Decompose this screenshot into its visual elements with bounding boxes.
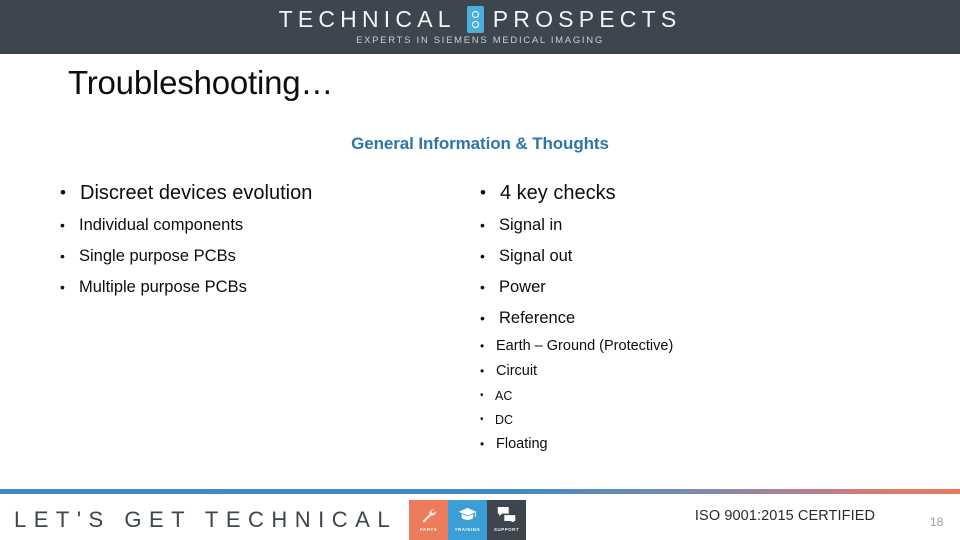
bullet-icon: •	[60, 217, 65, 233]
logo-word-right: PROSPECTS	[492, 6, 682, 32]
logo-circle-bottom	[471, 20, 479, 28]
list-item: • Signal out	[480, 241, 910, 272]
bullet-icon: •	[480, 437, 485, 451]
circuit-detail-list: • AC • DC	[480, 384, 910, 432]
list-item: • Single purpose PCBs	[60, 241, 460, 272]
bullet-icon: •	[480, 414, 484, 425]
bullet-icon: •	[60, 279, 65, 295]
graduation-cap-icon	[458, 504, 477, 524]
tile-training[interactable]: TRAINING	[448, 500, 488, 540]
list-item: • DC	[480, 408, 910, 432]
list-item-label: Signal out	[499, 247, 573, 265]
list-item: • Individual components	[60, 210, 460, 241]
list-item: • Discreet devices evolution	[60, 178, 460, 208]
list-item-label: Discreet devices evolution	[80, 182, 313, 204]
list-item-label: 4 key checks	[500, 182, 616, 204]
list-item: • AC	[480, 384, 910, 408]
tile-label-training: TRAINING	[454, 527, 481, 532]
list-item: • Reference	[480, 303, 910, 334]
company-logo: TECHNICAL PROSPECTS EXPERTS IN SIEMENS M…	[0, 0, 960, 46]
bullet-icon: •	[60, 248, 65, 264]
left-bullet-list-level2: • Individual components • Single purpose…	[60, 210, 460, 303]
list-item: • Power	[480, 272, 910, 303]
logo-tagline: EXPERTS IN SIEMENS MEDICAL IMAGING	[356, 35, 604, 46]
speech-bubbles-icon	[497, 504, 516, 524]
list-item: • Floating	[480, 432, 910, 457]
page-subtitle: General Information & Thoughts	[351, 134, 609, 153]
right-bullet-list-level1: • 4 key checks	[480, 178, 910, 208]
list-item-label: DC	[495, 413, 514, 427]
bullet-icon: •	[480, 279, 485, 295]
left-content-column: • Discreet devices evolution • Individua…	[60, 178, 460, 303]
tile-parts[interactable]: PARTS	[409, 500, 449, 540]
reference-tail-list: • Floating	[480, 432, 910, 457]
list-item: • Earth – Ground (Protective)	[480, 334, 910, 359]
bullet-icon: •	[480, 339, 485, 353]
tile-support[interactable]: SUPPORT	[487, 500, 527, 540]
right-content-column: • 4 key checks • Signal in • Signal out …	[480, 178, 910, 457]
list-item-label: Reference	[499, 309, 576, 327]
page-number: 18	[930, 515, 944, 529]
reference-detail-list: • Earth – Ground (Protective) • Circuit	[480, 334, 910, 384]
list-item-label: Signal in	[499, 216, 563, 234]
wrench-icon	[420, 504, 437, 524]
bullet-icon: •	[480, 217, 485, 233]
list-item: • 4 key checks	[480, 178, 910, 208]
logo-wordmark: TECHNICAL PROSPECTS	[0, 5, 960, 33]
bullet-icon: •	[480, 310, 485, 326]
list-item: • Circuit	[480, 359, 910, 384]
list-item-label: Floating	[496, 436, 548, 452]
right-bullet-list-level2: • Signal in • Signal out • Power • Refer…	[480, 210, 910, 334]
list-item-label: Power	[499, 278, 546, 296]
two-circles-icon	[466, 5, 484, 33]
left-bullet-list-level1: • Discreet devices evolution	[60, 178, 460, 208]
list-item-label: Circuit	[496, 363, 538, 379]
page-title: Troubleshooting…	[68, 64, 334, 101]
list-item-label: AC	[495, 389, 513, 403]
bullet-icon: •	[60, 183, 66, 202]
bullet-icon: •	[480, 390, 484, 401]
list-item-label: Earth – Ground (Protective)	[496, 338, 674, 354]
list-item-label: Multiple purpose PCBs	[79, 278, 247, 296]
footer-tagline: LET'S GET TECHNICAL	[14, 507, 398, 532]
iso-certification-text: ISO 9001:2015 CERTIFIED	[694, 508, 876, 524]
bullet-icon: •	[480, 183, 486, 202]
footer-service-tiles: PARTS TRAINING SUPPORT	[409, 500, 527, 540]
logo-word-left: TECHNICAL	[278, 6, 456, 32]
tile-label-parts: PARTS	[419, 527, 438, 532]
list-item-label: Individual components	[79, 216, 244, 234]
list-item-label: Single purpose PCBs	[79, 247, 236, 265]
tile-label-support: SUPPORT	[494, 527, 520, 532]
footer-branding: LET'S GET TECHNICAL PARTS TRAINING SUPPO…	[14, 500, 527, 540]
header-bar: TECHNICAL PROSPECTS EXPERTS IN SIEMENS M…	[0, 0, 960, 54]
logo-circle-top	[471, 10, 479, 18]
list-item: • Multiple purpose PCBs	[60, 272, 460, 303]
bullet-icon: •	[480, 364, 485, 378]
footer-gradient-rule	[0, 489, 960, 494]
list-item: • Signal in	[480, 210, 910, 241]
bullet-icon: •	[480, 248, 485, 264]
